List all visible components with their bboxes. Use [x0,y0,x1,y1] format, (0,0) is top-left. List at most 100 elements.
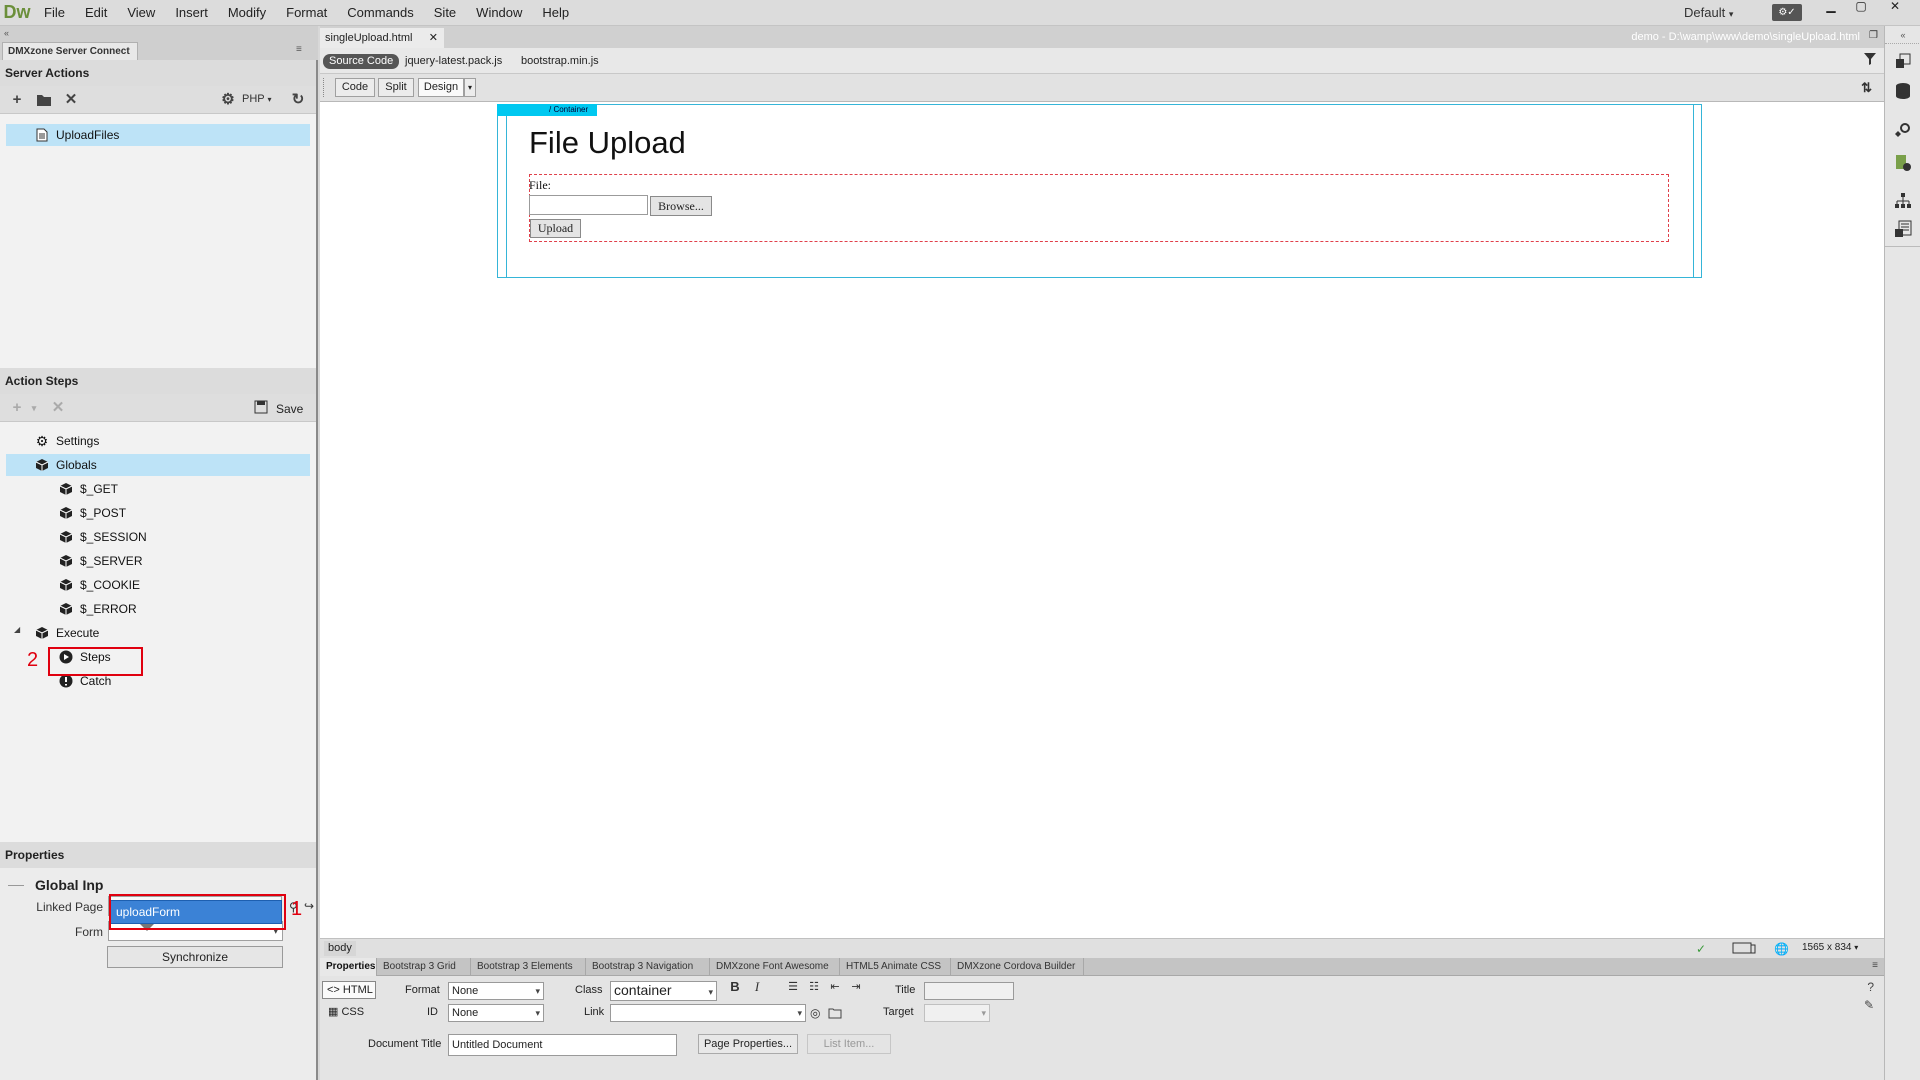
tab-bootstrap-grid[interactable]: Bootstrap 3 Grid [377,958,471,976]
delete-step-icon[interactable]: ✕ [50,400,66,416]
upload-button[interactable]: Upload [530,219,581,238]
global-post[interactable]: $_POST [58,502,126,524]
split-view-button[interactable]: Split [378,78,414,97]
collapse-panel-icon[interactable]: « [4,28,9,38]
global-session[interactable]: $_SESSION [58,526,147,548]
outdent-icon[interactable]: ⇤ [828,980,842,994]
global-server[interactable]: $_SERVER [58,550,142,572]
chevron-down-icon[interactable]: ▾ [26,400,42,416]
menu-help[interactable]: Help [532,0,579,26]
globe-icon[interactable]: 🌐 [1774,942,1789,956]
panel-tab-server-connect[interactable]: DMXzone Server Connect [2,42,138,60]
document-tab[interactable]: singleUpload.html ✕ [320,28,444,48]
target-select[interactable]: ▾ [924,1004,990,1022]
page-properties-button[interactable]: Page Properties... [698,1034,798,1054]
sync-settings-button[interactable]: ⚙✓ [1772,4,1802,21]
link-field[interactable]: ▾ [610,1004,806,1022]
help-icon[interactable]: ? [1867,980,1874,994]
panel-menu-icon[interactable]: ≡ [1872,960,1878,971]
snippets-icon[interactable] [1894,220,1912,238]
global-get[interactable]: $_GET [58,478,118,500]
tab-animate-css[interactable]: HTML5 Animate CSS [840,958,951,976]
menu-modify[interactable]: Modify [218,0,276,26]
browse-button[interactable]: Browse... [650,196,712,216]
window-size-select[interactable]: 1565 x 834 ▾ [1802,942,1858,953]
browse-folder-icon[interactable] [828,1007,842,1019]
related-file-jquery[interactable]: jquery-latest.pack.js [405,54,502,69]
css-mode-button[interactable]: ▦ CSS [328,1005,364,1018]
point-to-file-icon[interactable]: ◎ [810,1006,820,1020]
tab-properties[interactable]: Properties [320,958,377,976]
chevron-down-icon[interactable]: ▾ [464,78,476,97]
menu-format[interactable]: Format [276,0,337,26]
menu-view[interactable]: View [117,0,165,26]
title-field[interactable] [924,982,1014,1000]
menu-window[interactable]: Window [466,0,532,26]
format-select[interactable]: None ▾ [448,982,544,1000]
delete-icon[interactable]: ✕ [63,92,79,108]
global-error[interactable]: $_ERROR [58,598,137,620]
server-action-uploadfiles[interactable]: UploadFiles [6,124,310,146]
ordered-list-icon[interactable]: ☷ [807,980,821,994]
synchronize-button[interactable]: Synchronize [107,946,283,968]
related-file-source-code[interactable]: Source Code [323,54,400,69]
panel-menu-icon[interactable]: ≡ [296,44,302,55]
tab-bootstrap-elements[interactable]: Bootstrap 3 Elements [471,958,586,976]
tab-bootstrap-navigation[interactable]: Bootstrap 3 Navigation [586,958,710,976]
code-inspector-icon[interactable] [1894,122,1912,140]
step-globals[interactable]: Globals [6,454,310,476]
tag-selector-body[interactable]: body [324,941,356,956]
file-input[interactable] [529,195,648,215]
add-icon[interactable]: + [9,92,25,108]
gear-icon[interactable]: ⚙ [220,92,236,108]
minimize-icon[interactable]: ▁ [1816,0,1846,14]
folder-icon[interactable] [36,92,52,108]
refresh-icon[interactable]: ↻ [290,92,306,108]
indent-icon[interactable]: ⇥ [849,980,863,994]
class-select[interactable]: container ▾ [610,981,717,1001]
device-preview-icon[interactable] [1732,942,1756,955]
save-icon[interactable] [254,400,270,416]
expand-arrow-icon[interactable]: ◢ [14,625,20,634]
tab-font-awesome[interactable]: DMXzone Font Awesome [710,958,840,976]
insert-panel-icon[interactable] [1894,52,1912,70]
tab-cordova-builder[interactable]: DMXzone Cordova Builder [951,958,1084,976]
filter-icon[interactable] [1864,53,1876,65]
quick-tag-editor-icon[interactable]: ✎ [1864,998,1874,1012]
bold-icon[interactable]: B [728,980,742,994]
menu-site[interactable]: Site [424,0,466,26]
id-select[interactable]: None ▾ [448,1004,544,1022]
maximize-icon[interactable]: ▢ [1846,0,1876,14]
related-file-bootstrap[interactable]: bootstrap.min.js [521,54,599,69]
global-cookie[interactable]: $_COOKIE [58,574,140,596]
html-mode-button[interactable]: <> HTML [322,981,376,999]
list-item-button[interactable]: List Item... [807,1034,891,1054]
container-tag-label[interactable]: / Container [497,104,597,116]
add-step-icon[interactable]: + [9,400,25,416]
expand-panels-icon[interactable]: « [1885,26,1920,44]
code-view-button[interactable]: Code [335,78,375,97]
italic-icon[interactable]: I [750,980,764,994]
check-ok-icon[interactable]: ✓ [1696,942,1706,956]
workspace-switcher[interactable]: Default ▾ [1684,0,1733,26]
page-heading[interactable]: File Upload [529,125,686,161]
unordered-list-icon[interactable]: ☰ [786,980,800,994]
close-icon[interactable]: ✕ [429,28,438,48]
assets-icon[interactable] [1894,154,1912,172]
database-icon[interactable] [1894,82,1912,100]
save-button[interactable]: Save [276,402,303,416]
step-settings[interactable]: ⚙ Settings [34,430,100,452]
step-execute[interactable]: Execute [34,622,99,644]
sort-icon[interactable]: ⇅ [1861,80,1872,96]
menu-file[interactable]: File [34,0,75,26]
sitemap-icon[interactable] [1894,192,1912,210]
design-view-button[interactable]: Design [418,78,464,97]
restore-icon[interactable]: ❐ [1869,30,1878,41]
menu-commands[interactable]: Commands [337,0,423,26]
server-model-select[interactable]: PHP ▾ [242,93,272,105]
document-title-field[interactable]: Untitled Document [448,1034,677,1056]
menu-edit[interactable]: Edit [75,0,117,26]
close-icon[interactable]: ✕ [1880,0,1910,14]
menu-insert[interactable]: Insert [165,0,218,26]
open-link-icon[interactable]: ↪ [304,899,314,913]
